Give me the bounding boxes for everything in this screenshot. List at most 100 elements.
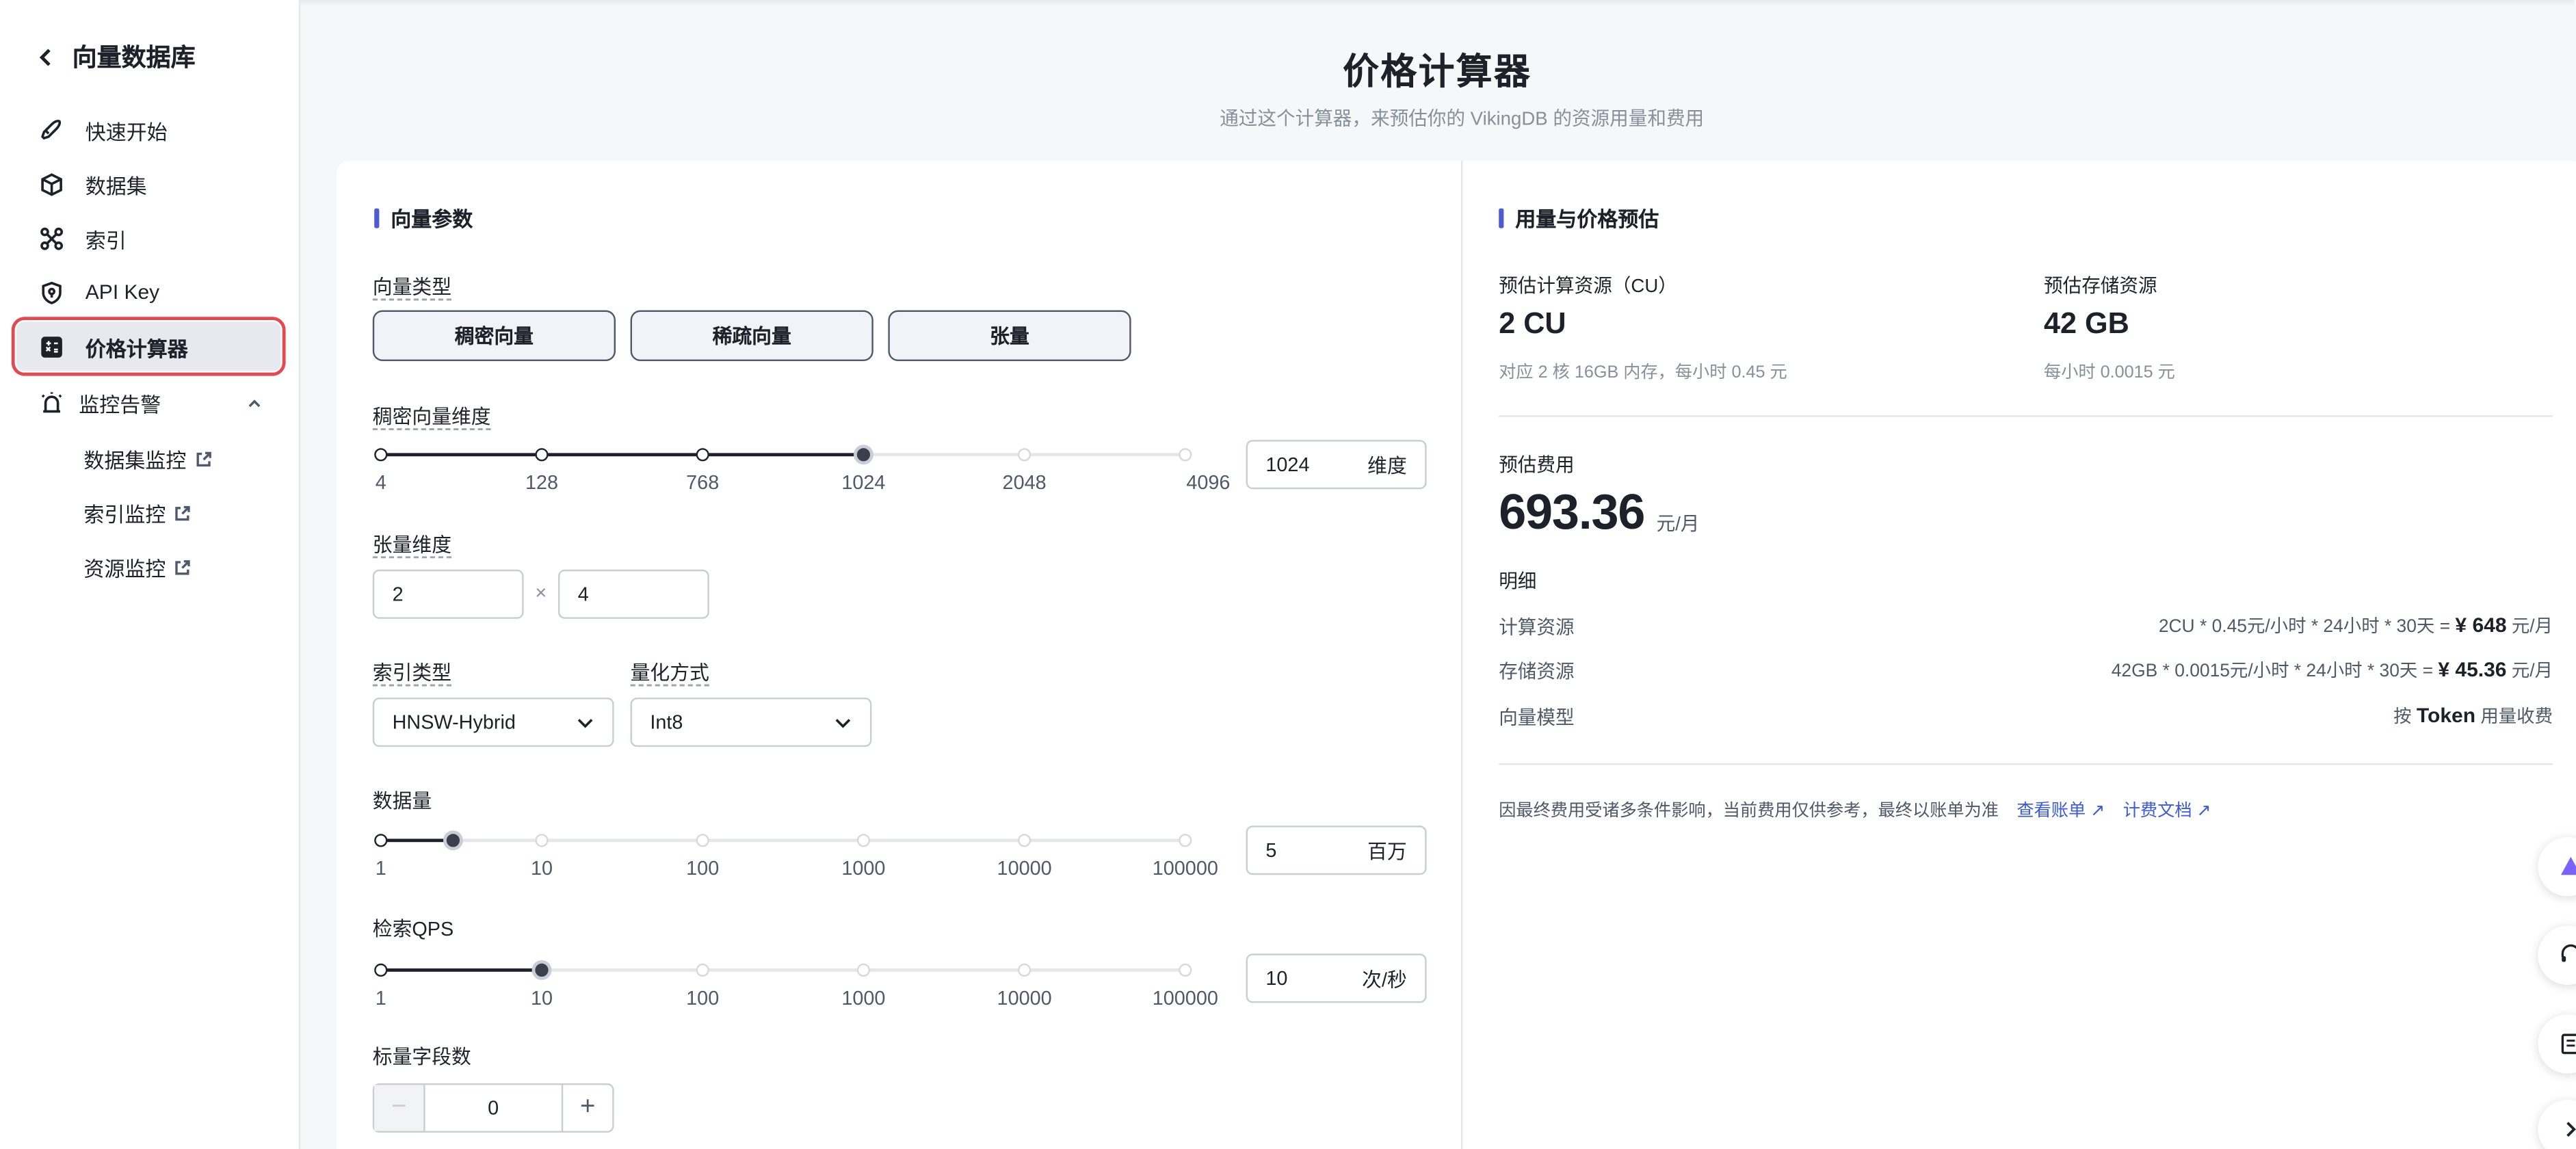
detail-formula: 42GB * 0.0015元/小时 * 24小时 * 30天 = [2111,661,2439,682]
data-volume-slider[interactable]: 1 10 100 1000 10000 100000 [374,830,1218,880]
sidebar-item-quickstart[interactable]: 快速开始 [16,105,280,155]
sidebar-item-dataset[interactable]: 数据集 [16,159,280,209]
slider-step-dot[interactable] [1018,963,1031,977]
slider-handle[interactable] [854,445,873,465]
slider-step-dot[interactable] [696,448,709,462]
sidebar-title: 向量数据库 [72,44,196,72]
tensor-dim-separator: × [535,581,547,605]
tensor-dim-b-input[interactable]: 4 [558,569,709,619]
slider-tick-label: 100 [686,986,720,1009]
slider-handle[interactable] [531,960,552,980]
quant-value: Int8 [650,711,683,734]
slider-step-dot[interactable] [1018,834,1031,847]
detail-row-value: 按 Token 用量收费 [2393,702,2553,728]
page-subtitle: 通过这个计算器，来预估你的 VikingDB 的资源用量和费用 [1220,109,1705,130]
detail-label: 明细 [1499,572,1537,593]
billing-docs-link[interactable]: 计费文档 ↗ [2123,797,2211,822]
increment-button[interactable]: + [563,1085,612,1131]
sidebar-subitem-resource-monitor[interactable]: 资源监控 [83,551,190,583]
top-shadow [300,0,2575,7]
sidebar-item-label: 数据集 [85,174,147,198]
detail-amount: Token [2416,704,2476,728]
detail-formula: 按 [2393,707,2417,728]
slider-step-dot[interactable] [374,963,388,977]
index-type-label: 索引类型 [372,661,452,685]
sidebar-item-price-calculator[interactable]: 价格计算器 [11,317,286,376]
detail-unit: 元/月 [2506,661,2553,682]
sidebar-item-apikey[interactable]: API Key [16,267,280,317]
slider-step-dot[interactable] [696,834,709,847]
decrement-button[interactable]: − [374,1085,424,1131]
detail-row-name: 计算资源 [1499,618,1575,639]
sidebar-subitem-label: 数据集监控 [83,449,187,473]
vector-type-dense-button[interactable]: 稠密向量 [372,310,616,361]
slider-step-dot[interactable] [1179,448,1192,462]
external-link-icon [175,505,190,520]
detail-row-name: 向量模型 [1499,709,1575,729]
qps-input[interactable]: 10 次/秒 [1246,953,1427,1003]
slider-step-dot[interactable] [856,963,870,977]
dense-dim-unit: 维度 [1367,453,1407,477]
vector-type-tensor-button[interactable]: 张量 [888,310,1131,361]
chevron-left-icon [39,48,51,66]
dense-dim-input[interactable]: 1024 维度 [1246,440,1427,490]
sidebar-item-label: 价格计算器 [85,337,188,360]
chevron-down-icon [577,717,593,728]
vector-type-label: 向量类型 [372,276,452,299]
footnote: 因最终费用受诸多条件影响，当前费用仅供参考，最终以账单为准 查看账单 ↗ 计费文… [1499,797,2211,822]
tensor-dim-a-input[interactable]: 2 [372,569,524,619]
data-volume-value: 5 [1265,838,1277,862]
slider-handle[interactable] [443,830,463,851]
dense-dim-slider[interactable]: 4 128 768 1024 2048 4096 [374,445,1230,494]
view-bill-link[interactable]: 查看账单 ↗ [2016,797,2105,822]
storage-label: 预估存储资源 [2044,277,2157,298]
slider-step-dot[interactable] [1018,448,1031,462]
back-to-vector-db[interactable]: 向量数据库 [36,40,196,74]
chevron-down-icon [835,717,851,728]
slider-step-dot[interactable] [1179,963,1192,977]
sidebar-item-index[interactable]: 索引 [16,213,280,263]
sidebar-item-label: 快速开始 [85,120,168,144]
sidebar-subitem-dataset-monitor[interactable]: 数据集监控 [83,443,211,475]
sidebar-subitem-index-monitor[interactable]: 索引监控 [83,497,190,529]
calculator-icon [38,333,64,359]
slider-step-dot[interactable] [374,448,388,462]
scalar-fields-value[interactable]: 0 [423,1085,564,1131]
chevron-right-icon [2566,1122,2576,1137]
dense-dim-label: 稠密向量维度 [372,405,491,429]
index-type-select[interactable]: HNSW-Hybrid [372,698,614,747]
graph-nodes-icon [38,225,64,251]
rocket-icon [38,116,64,142]
storage-value: 42 GB [2044,306,2129,340]
scalar-fields-stepper[interactable]: − 0 + [372,1083,614,1133]
cost-value: 693.36 [1499,486,1645,540]
slider-step-dot[interactable] [856,834,870,847]
data-volume-unit: 百万 [1367,839,1407,863]
detail-unit: 元/月 [2506,617,2553,637]
external-link-icon [196,451,211,466]
qps-slider[interactable]: 1 10 100 1000 10000 100000 [374,960,1218,1009]
slider-tick-label: 2048 [1002,471,1047,494]
slider-tick-label: 4 [375,471,386,494]
slider-tick-label: 10 [530,856,553,880]
slider-tick-label: 1000 [841,986,886,1009]
quant-select[interactable]: Int8 [630,698,872,747]
slider-step-dot[interactable] [374,834,388,847]
slider-tick-label: 100 [686,856,720,880]
sidebar-item-monitoring[interactable]: 监控告警 [16,378,280,427]
slider-step-dot[interactable] [696,963,709,977]
storage-note: 每小时 0.0015 元 [2044,362,2175,383]
data-volume-input[interactable]: 5 百万 [1246,826,1427,875]
slider-step-dot[interactable] [535,448,549,462]
chevron-up-icon[interactable] [246,395,263,412]
detail-formula: 2CU * 0.45元/小时 * 24小时 * 30天 = [2158,617,2456,637]
slider-fill [380,968,542,972]
vector-type-sparse-button[interactable]: 稀疏向量 [630,310,873,361]
slider-step-dot[interactable] [1179,834,1192,847]
cost-label: 预估费用 [1499,456,1575,476]
quant-label: 量化方式 [630,661,709,685]
slider-tick-label: 1024 [841,471,886,494]
slider-step-dot[interactable] [535,834,549,847]
dense-dim-value: 1024 [1265,453,1310,476]
slider-tick-label: 100000 [1152,986,1218,1009]
